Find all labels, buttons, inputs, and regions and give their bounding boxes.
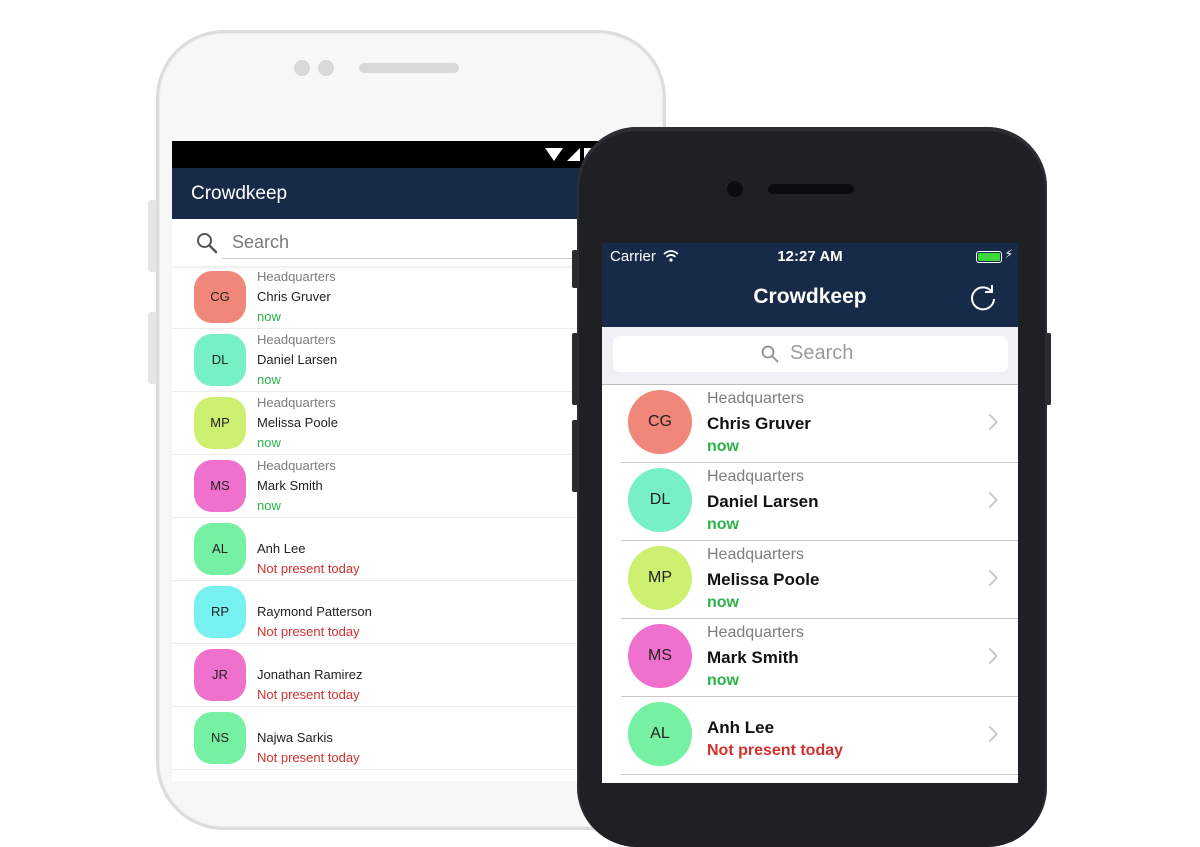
table-row[interactable]: MP Headquarters Melissa Poole now <box>621 541 1018 619</box>
android-speaker <box>359 63 459 73</box>
iphone-screen: Carrier 12:27 AM ⚡ Crowdkeep Search CG He… <box>602 243 1018 783</box>
contact-name: Melissa Poole <box>707 570 820 589</box>
presence-status: now <box>257 435 281 450</box>
avatar: NS <box>194 712 246 764</box>
table-row[interactable]: AL Anh Lee Not present today <box>621 697 1018 775</box>
presence-status: now <box>257 372 281 387</box>
android-search-bar <box>172 219 632 266</box>
search-input[interactable]: Search <box>613 336 1008 372</box>
contact-name: Mark Smith <box>257 478 323 493</box>
contact-name: Daniel Larsen <box>257 352 338 367</box>
list-item[interactable]: JR Jonathan Ramirez Not present today <box>172 644 632 707</box>
table-row[interactable]: DL Headquarters Daniel Larsen now <box>621 463 1018 541</box>
app-title: Crowdkeep <box>753 285 867 308</box>
presence-status: now <box>257 309 281 324</box>
presence-status: Not present today <box>707 742 844 759</box>
search-input[interactable] <box>222 227 632 259</box>
android-app-bar: Crowdkeep <box>172 168 632 219</box>
list-item[interactable]: NS Najwa Sarkis Not present today <box>172 707 632 770</box>
location-label: Headquarters <box>257 332 336 347</box>
presence-status: Not present today <box>257 561 360 576</box>
presence-status: Not present today <box>257 687 360 702</box>
location-label: Headquarters <box>707 546 804 563</box>
presence-status: now <box>707 672 739 689</box>
contact-name: Chris Gruver <box>257 289 331 304</box>
location-label: Headquarters <box>257 269 336 284</box>
contact-name: Jonathan Ramirez <box>257 667 363 682</box>
presence-status: now <box>707 516 739 533</box>
presence-status: Not present today <box>257 750 360 765</box>
list-item[interactable]: MS Headquarters Mark Smith now <box>172 455 632 518</box>
avatar: DL <box>194 334 246 386</box>
location-label: Headquarters <box>257 395 336 410</box>
contact-name: Najwa Sarkis <box>257 730 333 745</box>
ios-nav-bar: Crowdkeep <box>602 270 1018 327</box>
chevron-right-icon <box>988 725 998 748</box>
android-camera <box>294 60 310 76</box>
search-icon <box>196 232 218 259</box>
table-row[interactable]: MS Headquarters Mark Smith now <box>621 619 1018 697</box>
status-time: 12:27 AM <box>777 248 843 265</box>
chevron-right-icon <box>988 569 998 592</box>
list-item[interactable]: DL Headquarters Daniel Larsen now <box>172 329 632 392</box>
chevron-right-icon <box>988 647 998 670</box>
avatar: RP <box>194 586 246 638</box>
avatar: AL <box>628 702 692 766</box>
signal-icon <box>567 148 580 161</box>
presence-status: now <box>707 594 739 611</box>
contact-name: Melissa Poole <box>257 415 338 430</box>
avatar: MS <box>194 460 246 512</box>
table-row[interactable]: CG Headquarters Chris Gruver now <box>621 385 1018 463</box>
ios-status-bar: Carrier 12:27 AM ⚡ <box>602 243 1018 270</box>
refresh-icon[interactable] <box>968 283 998 318</box>
avatar: CG <box>628 390 692 454</box>
search-icon <box>761 345 779 368</box>
android-contact-list: CG Headquarters Chris Gruver now DL Headquart… <box>172 266 632 770</box>
avatar: JR <box>194 649 246 701</box>
contact-name: Daniel Larsen <box>707 492 819 511</box>
contact-name: Anh Lee <box>257 541 306 556</box>
list-item[interactable]: MP Headquarters Melissa Poole now <box>172 392 632 455</box>
location-label: Headquarters <box>707 624 804 641</box>
contact-name: Raymond Patterson <box>257 604 372 619</box>
contact-name: Anh Lee <box>707 718 775 737</box>
search-placeholder: Search <box>790 342 854 364</box>
avatar: MP <box>628 546 692 610</box>
presence-status: now <box>257 498 281 513</box>
avatar: MP <box>194 397 246 449</box>
presence-status: Not present today <box>257 624 360 639</box>
contact-name: Chris Gruver <box>707 414 811 433</box>
android-sensor <box>318 60 334 76</box>
presence-status: now <box>707 438 739 455</box>
ios-contact-list: CG Headquarters Chris Gruver now DL Headquart… <box>602 385 1018 775</box>
avatar: DL <box>628 468 692 532</box>
list-item[interactable]: CG Headquarters Chris Gruver now <box>172 266 632 329</box>
app-title: Crowdkeep <box>191 183 288 204</box>
avatar: AL <box>194 523 246 575</box>
wifi-icon <box>545 148 563 161</box>
charging-icon: ⚡ <box>1004 247 1013 261</box>
contact-name: Mark Smith <box>707 648 799 667</box>
battery-icon <box>976 251 1002 263</box>
avatar: MS <box>628 624 692 688</box>
android-screen: Crowdkeep CGHeadquartersChris GruvernowD… <box>172 141 632 781</box>
chevron-right-icon <box>988 491 998 514</box>
ios-search-area: Search <box>602 327 1018 385</box>
list-item[interactable]: AL Anh Lee Not present today <box>172 518 632 581</box>
location-label: Headquarters <box>257 458 336 473</box>
android-status-bar <box>172 141 632 168</box>
list-item[interactable]: RP Raymond Patterson Not present today <box>172 581 632 644</box>
iphone-camera <box>727 181 743 197</box>
iphone-speaker <box>768 184 854 194</box>
location-label: Headquarters <box>707 468 804 485</box>
chevron-right-icon <box>988 413 998 436</box>
location-label: Headquarters <box>707 390 804 407</box>
avatar: CG <box>194 271 246 323</box>
